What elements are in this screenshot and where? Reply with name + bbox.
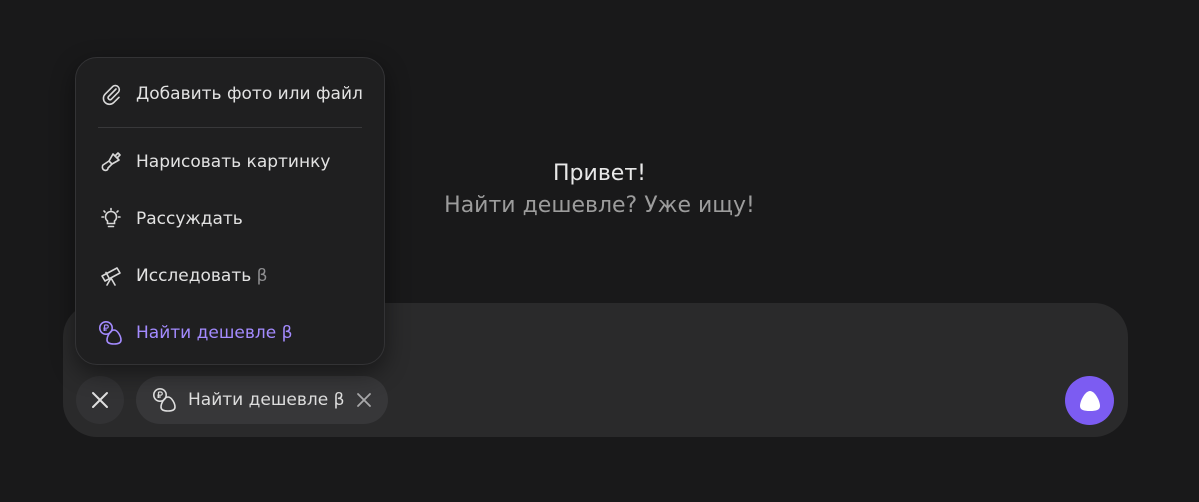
- beta-badge: β: [281, 323, 293, 343]
- close-icon: [357, 393, 372, 407]
- close-icon: [92, 392, 108, 408]
- active-mode-chip[interactable]: Найти дешевле β: [136, 376, 388, 424]
- close-tools-button[interactable]: [76, 376, 124, 424]
- price-tag-icon: [98, 320, 124, 346]
- menu-item-find-cheaper[interactable]: Найти дешевле β: [76, 309, 384, 357]
- price-tag-icon: [153, 388, 176, 412]
- menu-item-label: Нарисовать картинку: [136, 152, 331, 172]
- active-mode-label: Найти дешевле β: [188, 390, 345, 410]
- menu-item-label: Рассуждать: [136, 209, 243, 229]
- telescope-icon: [98, 263, 124, 289]
- menu-item-research[interactable]: Исследовать β: [76, 252, 384, 300]
- lightbulb-icon: [98, 206, 124, 232]
- menu-divider: [98, 127, 362, 128]
- alice-send-button[interactable]: [1065, 376, 1114, 425]
- menu-item-add-file[interactable]: Добавить фото или файл: [76, 70, 384, 118]
- menu-item-reason[interactable]: Рассуждать: [76, 195, 384, 243]
- alice-icon: [1079, 390, 1100, 411]
- menu-item-label: Исследовать β: [136, 266, 268, 286]
- menu-item-label: Найти дешевле β: [136, 323, 293, 343]
- beta-badge: β: [256, 266, 268, 286]
- remove-mode-button[interactable]: [356, 392, 372, 408]
- menu-item-label: Добавить фото или файл: [136, 84, 363, 104]
- tools-menu: Добавить фото или файл Нарисовать картин…: [75, 57, 385, 365]
- brush-icon: [98, 149, 124, 175]
- paperclip-icon: [98, 81, 124, 107]
- menu-item-draw[interactable]: Нарисовать картинку: [76, 138, 384, 186]
